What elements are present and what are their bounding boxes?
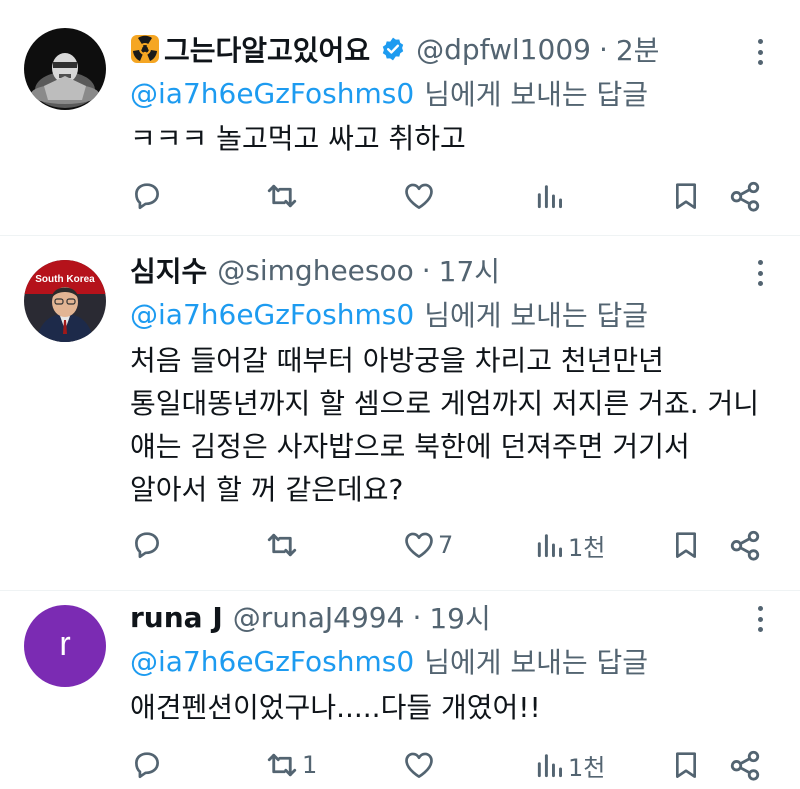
reply-context: @ia7h6eGzFoshms0 님에게 보내는 답글: [130, 642, 648, 680]
more-icon[interactable]: [748, 603, 772, 635]
verified-badge-icon: [380, 36, 406, 62]
reply-icon: [135, 183, 159, 210]
views-button[interactable]: 1천: [534, 745, 605, 785]
bookmark-icon: [676, 752, 696, 778]
heart-icon: [405, 532, 433, 558]
share-icon: [730, 181, 760, 212]
text-line: ㅋㅋㅋ 놀고먹고 싸고 취하고: [130, 122, 466, 155]
bookmark-icon: [676, 532, 696, 558]
share-icon: [730, 750, 760, 781]
tweet-text: 애견펜션이었구나.....다들 개였어!!: [130, 686, 541, 729]
bookmark-button[interactable]: [670, 525, 702, 565]
reply-label: 님에게 보내는 답글: [424, 78, 649, 111]
reply-context: @ia7h6eGzFoshms0 님에게 보내는 답글: [130, 295, 648, 333]
share-button[interactable]: [728, 525, 762, 565]
action-bar: 1 1천: [0, 745, 800, 785]
separator-dot: ·: [421, 253, 431, 287]
user-handle[interactable]: @simgheesoo: [217, 254, 413, 287]
reply-button[interactable]: [130, 525, 164, 565]
retweet-icon: [267, 533, 297, 557]
like-button[interactable]: [402, 176, 436, 216]
timestamp[interactable]: 19시: [429, 597, 490, 637]
mention-link[interactable]: @ia7h6eGzFoshms0: [130, 645, 414, 678]
reply-label: 님에게 보내는 답글: [424, 646, 649, 679]
avatar-letter: r: [59, 624, 71, 663]
heart-icon: [405, 183, 433, 209]
avatar[interactable]: South Korea: [24, 260, 106, 342]
action-bar: [0, 176, 800, 216]
display-name[interactable]: 그는다알고있어요: [164, 29, 370, 69]
text-line: 통일대똥년까지 할 셈으로 게엄까지 저지른 거죠. 거니: [130, 387, 760, 420]
share-button[interactable]: [728, 176, 762, 216]
reply-button[interactable]: [130, 176, 164, 216]
more-icon[interactable]: [748, 36, 772, 68]
retweet-icon: [267, 753, 297, 777]
text-line: 애견펜션이었구나.....다들 개였어!!: [130, 691, 541, 724]
reply-icon: [135, 752, 159, 779]
mention-link[interactable]: @ia7h6eGzFoshms0: [130, 77, 414, 110]
display-name[interactable]: 심지수: [130, 250, 207, 290]
tweet-header: runa J @runaJ4994 · 19시: [130, 597, 491, 637]
avatar[interactable]: [24, 28, 106, 110]
user-handle[interactable]: @dpfwl1009: [416, 33, 591, 66]
user-handle[interactable]: @runaJ4994: [233, 601, 405, 634]
avatar-banner-text: South Korea: [35, 274, 95, 285]
tweet-text: 처음 들어갈 때부터 아방궁을 차리고 천년만년 통일대똥년까지 할 셈으로 게…: [130, 339, 759, 511]
tweet-header: 심지수 @simgheesoo · 17시: [130, 250, 500, 290]
tweet-1[interactable]: 그는다알고있어요 @dpfwl1009 · 2분 @ia7h6eGzFoshms…: [0, 0, 800, 236]
views-icon: [537, 185, 562, 209]
heart-icon: [405, 752, 433, 778]
retweet-button[interactable]: 1: [264, 745, 317, 785]
bookmark-button[interactable]: [670, 745, 702, 785]
like-button[interactable]: [402, 745, 436, 785]
like-button[interactable]: 7: [402, 525, 453, 565]
retweet-button[interactable]: [264, 176, 300, 216]
reply-label: 님에게 보내는 답글: [424, 299, 649, 332]
retweet-button[interactable]: [264, 525, 300, 565]
more-icon[interactable]: [748, 257, 772, 289]
separator-dot: ·: [598, 32, 608, 66]
text-line: 처음 들어갈 때부터 아방궁을 차리고 천년만년: [130, 344, 664, 377]
separator-dot: ·: [412, 600, 422, 634]
display-name[interactable]: runa J: [130, 601, 223, 634]
views-icon: [537, 534, 562, 558]
retweet-icon: [267, 184, 297, 208]
action-bar: 7 1천: [0, 525, 800, 565]
views-button[interactable]: 1천: [534, 525, 605, 565]
view-count: 1천: [568, 533, 606, 562]
share-button[interactable]: [728, 745, 762, 785]
timestamp[interactable]: 2분: [616, 29, 660, 69]
views-icon: [537, 754, 562, 778]
reply-context: @ia7h6eGzFoshms0 님에게 보내는 답글: [130, 74, 648, 112]
radiation-icon: [130, 34, 160, 64]
bookmark-button[interactable]: [670, 176, 702, 216]
tweet-2[interactable]: South Korea 심지수 @simgheesoo · 17시 @ia7h6…: [0, 236, 800, 591]
avatar[interactable]: r: [24, 605, 106, 687]
reply-button[interactable]: [130, 745, 164, 785]
views-button[interactable]: [534, 176, 566, 216]
tweet-text: ㅋㅋㅋ 놀고먹고 싸고 취하고: [130, 117, 466, 160]
mention-link[interactable]: @ia7h6eGzFoshms0: [130, 298, 414, 331]
text-line: 얘는 김정은 사자밥으로 북한에 던져주면 거기서: [130, 430, 690, 463]
text-line: 알아서 할 꺼 같은데요?: [130, 473, 404, 506]
view-count: 1천: [568, 753, 606, 782]
timestamp[interactable]: 17시: [439, 250, 500, 290]
share-icon: [730, 530, 760, 561]
tweet-header: 그는다알고있어요 @dpfwl1009 · 2분: [130, 31, 659, 67]
bookmark-icon: [676, 183, 696, 209]
tweet-3[interactable]: r runa J @runaJ4994 · 19시 @ia7h6eGzFoshm…: [0, 591, 800, 789]
reply-icon: [135, 532, 159, 559]
retweet-count: 1: [302, 751, 318, 779]
like-count: 7: [438, 531, 454, 559]
